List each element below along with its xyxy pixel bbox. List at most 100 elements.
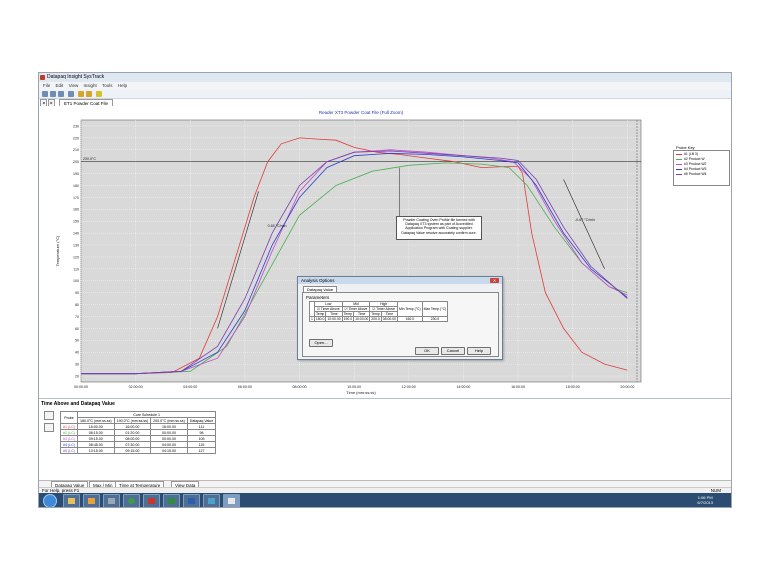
legend-swatch	[676, 168, 682, 170]
cancel-button[interactable]: Cancel	[441, 347, 465, 355]
x-tick-label: 10:00:00	[347, 385, 361, 389]
settings-icon[interactable]	[44, 411, 54, 420]
probe-cell: #5 (LC)	[60, 447, 78, 454]
datapaq-value-panel: Time Above and Datapaq Value Probe Cure …	[39, 398, 731, 481]
y-tick-label: 230	[73, 124, 79, 128]
param-cell[interactable]: 08:00.00	[380, 316, 399, 322]
taskbar-insight-button[interactable]	[223, 494, 240, 507]
menu-tools[interactable]: Tools	[102, 82, 113, 90]
y-tick-label: 160	[73, 208, 79, 212]
taskbar-excel-button[interactable]	[163, 494, 180, 507]
print-icon[interactable]	[68, 91, 74, 97]
taskbar-pdf-button[interactable]	[143, 494, 160, 507]
download-icon[interactable]	[78, 91, 84, 97]
param-header-max: Max Temp (°C)	[421, 301, 449, 317]
x-tick-label: 14:00:00	[456, 385, 470, 389]
legend-label: #5 Product W4	[684, 172, 707, 176]
x-tick-label: 18:00:00	[566, 385, 580, 389]
param-cell[interactable]: 180.0	[313, 316, 327, 322]
taskbar-clock[interactable]: 1:06 PM 6/7/2013	[697, 495, 713, 505]
timer-above-checkbox[interactable]: ☑ Timer Above	[369, 306, 398, 312]
close-icon[interactable]: ✕	[490, 278, 499, 283]
datapaq-value-table: Probe Cure Schedule 1 180.0°C (mm:ss.ss)…	[60, 411, 217, 454]
x-tick-label: 04:00:00	[183, 385, 197, 389]
menu-edit[interactable]: Edit	[56, 82, 64, 90]
probe-legend: Probe Key #1 (LB 3) #2 Product W #3 Prod…	[673, 145, 730, 186]
chart-title: Reader XT3 Powder Coat File (Full Zoom)	[319, 110, 404, 115]
legend-item: #3 Product W2	[676, 162, 706, 166]
timer-above-checkbox[interactable]: ☑ Timer Above	[341, 306, 371, 312]
timer-above-label: Timer Above	[348, 307, 368, 311]
help-icon[interactable]	[96, 91, 102, 97]
y-axis-label: Temperature (°C)	[55, 235, 60, 266]
taskbar-media-button[interactable]	[83, 494, 100, 507]
y-tick-label: 60	[75, 327, 79, 331]
x-tick-label: 20:00:00	[620, 385, 634, 389]
slope-annotation: 0.65 °C/min	[268, 224, 287, 228]
filter-icon[interactable]	[86, 91, 92, 97]
legend-label: #2 Product W	[684, 157, 705, 161]
table-row[interactable]: #5 (LC) 10:15.00 09:15.00 04:15.00 127	[60, 447, 217, 454]
excel-icon	[168, 498, 175, 504]
param-cell[interactable]: 10:00.00	[353, 316, 371, 322]
y-tick-label: 200	[73, 160, 79, 164]
x-tick-label: 02:00:00	[129, 385, 143, 389]
taskbar-browser-button[interactable]	[123, 494, 140, 507]
document-tab-row: ◂ ▸ ET1 Powder Coat File	[39, 99, 731, 107]
legend-swatch	[676, 153, 682, 155]
open-button[interactable]: Open...	[309, 339, 333, 347]
open-file-icon[interactable]	[50, 91, 56, 97]
timer-above-label: Timer Above	[376, 307, 396, 311]
legend-title: Probe Key	[676, 145, 695, 150]
table-cell: 10:15.00	[76, 447, 115, 454]
timer-above-checkbox[interactable]: ☑ Timer Above	[313, 306, 343, 312]
param-cell[interactable]: 160.0	[397, 316, 423, 322]
y-tick-label: 190	[73, 172, 79, 176]
y-tick-label: 140	[73, 232, 79, 236]
menu-insight[interactable]: Insight	[84, 82, 97, 90]
app-icon	[108, 498, 115, 504]
application-screen: Datapaq Insight SysTrack File Edit View …	[38, 72, 732, 508]
window-title: Datapaq Insight SysTrack	[47, 74, 105, 80]
parameters-label: Parameters	[306, 295, 330, 300]
menu-file[interactable]: File	[43, 82, 50, 90]
param-cell[interactable]: 190.0	[341, 316, 355, 322]
help-button[interactable]: Help	[467, 347, 491, 355]
timer-above-label: Timer Above	[320, 307, 340, 311]
table-cell: 04:15.00	[150, 447, 188, 454]
x-axis-label: Time (mm:ss:ss)	[346, 390, 376, 395]
browser-icon	[128, 498, 135, 504]
param-cell[interactable]: 230.0	[421, 316, 449, 322]
dialog-body: Parameters Low Mid High Min Temp (°C) Ma…	[302, 292, 499, 357]
menu-view[interactable]: View	[69, 82, 79, 90]
taskbar-word-button[interactable]	[183, 494, 200, 507]
y-tick-label: 130	[73, 243, 79, 247]
save-icon[interactable]	[58, 91, 64, 97]
y-tick-label: 110	[73, 267, 79, 271]
x-tick-label: 08:00:00	[293, 385, 307, 389]
taskbar-chart-button[interactable]	[203, 494, 220, 507]
legend-item: #1 (LB 3)	[676, 152, 698, 156]
param-cell[interactable]: 10:00.00	[325, 316, 343, 322]
legend-label: #1 (LB 3)	[684, 152, 698, 156]
x-tick-label: 12:00:00	[402, 385, 416, 389]
new-file-icon[interactable]	[42, 91, 48, 97]
start-button[interactable]	[43, 494, 57, 507]
reference-line-label: 200.0°C	[83, 157, 96, 161]
legend-label: #3 Product W2	[684, 162, 707, 166]
toolbar	[39, 90, 731, 99]
dialog-title: Analysis Options	[301, 278, 335, 283]
tab-powder-coat-file[interactable]: ET1 Powder Coat File	[59, 99, 114, 106]
param-cell[interactable]: 200.0	[369, 316, 382, 322]
pdf-icon	[148, 498, 155, 504]
ok-button[interactable]: OK	[415, 347, 439, 355]
y-tick-label: 80	[75, 303, 79, 307]
window-title-bar: Datapaq Insight SysTrack	[39, 73, 731, 82]
taskbar-app-button[interactable]	[103, 494, 120, 507]
param-header-min: Min Temp (°C)	[397, 301, 423, 317]
taskbar-explorer-button[interactable]	[63, 494, 80, 507]
menu-help[interactable]: Help	[118, 82, 127, 90]
y-tick-label: 70	[75, 315, 79, 319]
print-icon[interactable]	[44, 423, 54, 432]
y-tick-label: 170	[73, 196, 79, 200]
